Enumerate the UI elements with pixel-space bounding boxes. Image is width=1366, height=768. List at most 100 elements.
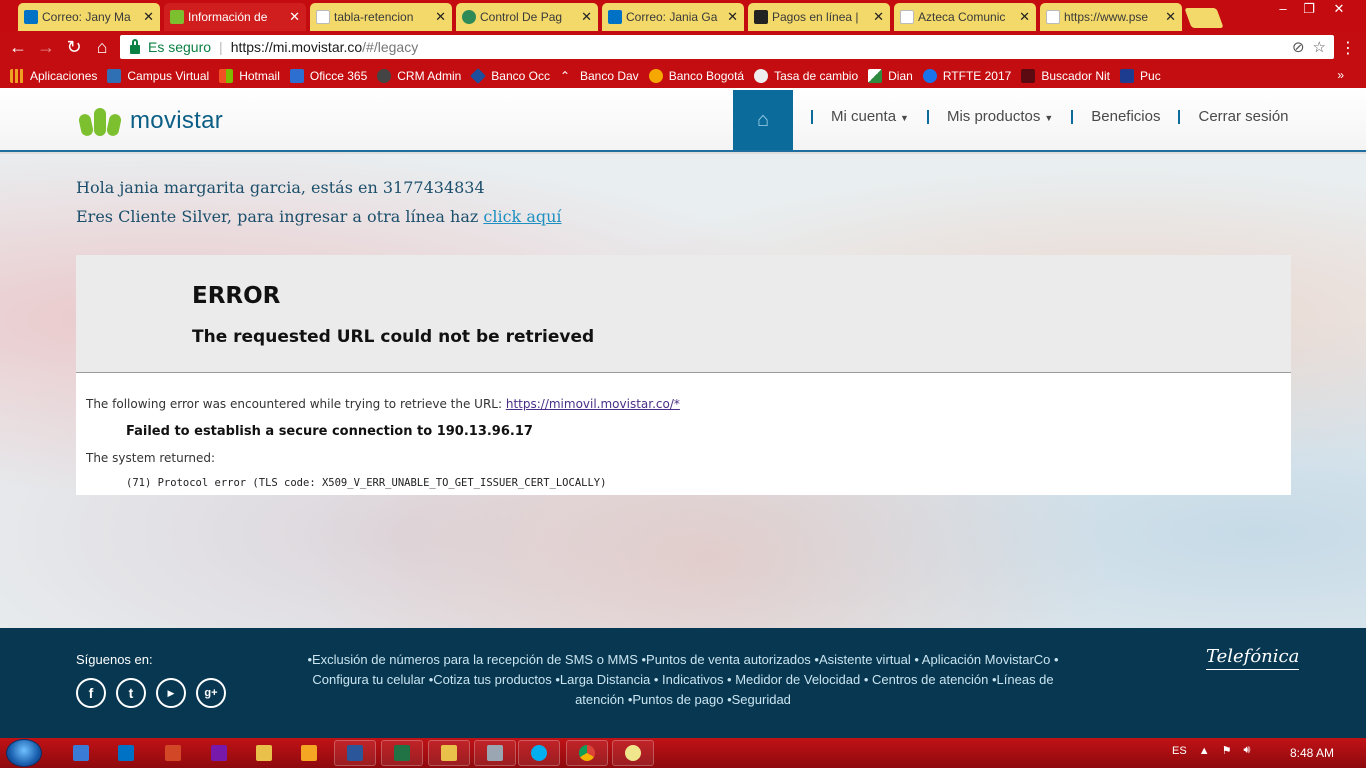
blocked-popup-icon[interactable]: ⊘: [1292, 38, 1305, 56]
movistar-icon: [170, 10, 184, 24]
taskbar-app-excel[interactable]: [381, 740, 423, 766]
footer-links[interactable]: •Exclusión de números para la recepción …: [300, 650, 1066, 710]
close-icon[interactable]: ✕: [581, 9, 592, 25]
folder-icon: [256, 745, 272, 761]
bookmark-hotmail[interactable]: Hotmail: [219, 68, 280, 83]
apps-grid-icon: [10, 68, 24, 83]
nav-cerrar-sesion[interactable]: Cerrar sesión: [1198, 108, 1288, 125]
more-bookmarks-icon[interactable]: »: [1337, 68, 1344, 82]
taskbar-app-onenote[interactable]: [198, 740, 240, 766]
tray-expand-icon[interactable]: ▲: [1199, 745, 1210, 757]
restore-icon[interactable]: ❐: [1296, 1, 1322, 17]
taskbar-app-powerpoint[interactable]: [152, 740, 194, 766]
back-arrow-icon[interactable]: ←: [6, 35, 30, 59]
close-icon[interactable]: ✕: [435, 9, 446, 25]
close-icon[interactable]: ✕: [289, 9, 300, 25]
taskbar-clock[interactable]: 8:48 AM: [1290, 746, 1334, 760]
tab-label: Correo: Jania Ga: [626, 10, 718, 24]
tab-azteca[interactable]: Azteca Comunic ✕: [894, 3, 1036, 31]
nav-mi-cuenta[interactable]: Mi cuenta ▼: [831, 108, 909, 125]
greeting-line: Hola jania margarita garcia, estás en 31…: [76, 178, 485, 197]
new-tab-button[interactable]: [1184, 8, 1224, 28]
bookmark-aplicaciones[interactable]: Aplicaciones: [10, 68, 98, 83]
youtube-icon[interactable]: ▶: [156, 678, 186, 708]
movistar-logo[interactable]: movistar: [77, 106, 223, 138]
nav-label: Mis productos: [946, 108, 1041, 125]
error-connection-message: Failed to establish a secure connection …: [126, 424, 533, 439]
taskbar-app-explorer[interactable]: [428, 740, 470, 766]
caret-down-icon: ▼: [900, 113, 909, 123]
close-icon[interactable]: ✕: [727, 9, 738, 25]
window-close-icon[interactable]: ✕: [1326, 1, 1352, 17]
facebook-icon[interactable]: f: [76, 678, 106, 708]
tab-pagos-linea[interactable]: Pagos en línea | ✕: [748, 3, 890, 31]
google-plus-icon[interactable]: g+: [196, 678, 226, 708]
bookmark-buscador-nit[interactable]: Buscador Nit: [1021, 68, 1110, 83]
bookmark-banco-bogota[interactable]: Banco Bogotá: [648, 68, 744, 83]
tab-correo-jany[interactable]: Correo: Jany Ma ✕: [18, 3, 160, 31]
taskbar-app-chrome[interactable]: [566, 740, 608, 766]
taskbar-app-calculator[interactable]: [474, 740, 516, 766]
scanner-icon: [73, 745, 89, 761]
error-panel: ERROR The requested URL could not be ret…: [76, 255, 1291, 495]
tab-pse[interactable]: https://www.pse ✕: [1040, 3, 1182, 31]
home-icon[interactable]: ⌂: [90, 35, 114, 59]
language-indicator[interactable]: ES: [1172, 745, 1187, 757]
close-icon[interactable]: ✕: [143, 9, 154, 25]
taskbar-app-paint[interactable]: [612, 740, 654, 766]
twitter-icon[interactable]: t: [116, 678, 146, 708]
bookmark-crm-admin[interactable]: CRM Admin: [377, 68, 461, 83]
shield-icon: [107, 68, 122, 83]
main-nav: Mi cuenta ▼ Mis productos ▼ Beneficios Cer…: [793, 108, 1289, 125]
error-url-link[interactable]: https://mimovil.movistar.co/*: [506, 397, 680, 411]
bookmark-banco-occ[interactable]: Banco Occ: [470, 67, 550, 84]
tab-control-pagos[interactable]: Control De Pag ✕: [456, 3, 598, 31]
site-footer: Síguenos en: f t ▶ g+ •Exclusión de núme…: [0, 628, 1366, 738]
minimize-icon[interactable]: ‒: [1270, 1, 1296, 17]
action-center-icon[interactable]: ⚑: [1222, 744, 1232, 757]
star-icon[interactable]: ☆: [1313, 38, 1326, 56]
url-text[interactable]: https://mi.movistar.co/#/legacy: [231, 39, 419, 55]
reload-icon[interactable]: ↻: [62, 35, 86, 59]
forward-arrow-icon[interactable]: →: [34, 35, 58, 59]
telefonica-logo[interactable]: Telefónica: [1206, 646, 1300, 670]
close-icon[interactable]: ✕: [1165, 9, 1176, 25]
nav-mis-productos[interactable]: Mis productos ▼: [947, 108, 1053, 125]
bookmark-banco-dav[interactable]: ⌃ Banco Dav: [560, 69, 639, 83]
bookmark-office365[interactable]: Oficce 365: [289, 68, 367, 83]
bookmark-label: Banco Dav: [579, 68, 639, 83]
house-icon: ⌂: [756, 108, 770, 131]
close-icon[interactable]: ✕: [1019, 9, 1030, 25]
taskbar-app-scan[interactable]: [60, 740, 102, 766]
bookmark-dian[interactable]: Dian: [868, 68, 913, 83]
volume-icon[interactable]: 🔊︎: [1243, 744, 1250, 757]
tab-informacion[interactable]: Información de ✕: [164, 3, 306, 31]
bookmark-label: Tasa de cambio: [774, 68, 859, 83]
at-sign-icon: [922, 68, 937, 83]
bookmark-rtfte-2017[interactable]: RTFTE 2017: [922, 68, 1011, 83]
change-line-link[interactable]: click aquí: [483, 207, 561, 226]
error-title: ERROR: [192, 283, 281, 309]
bookmark-campus-virtual[interactable]: Campus Virtual: [107, 68, 209, 83]
bookmark-puc[interactable]: Puc: [1120, 68, 1161, 83]
onenote-icon: [211, 745, 227, 761]
start-button-icon[interactable]: [6, 739, 42, 767]
taskbar-app-folders[interactable]: [243, 740, 285, 766]
bookmark-label: Aplicaciones: [30, 68, 98, 83]
social-links: f t ▶ g+: [76, 678, 226, 708]
address-bar[interactable]: Es seguro | https://mi.movistar.co/#/leg…: [120, 35, 1334, 59]
taskbar-app-word[interactable]: [334, 740, 376, 766]
secure-label: Es seguro: [148, 39, 212, 55]
taskbar-app-outlook[interactable]: [105, 740, 147, 766]
tab-tabla-retencion[interactable]: tabla-retencion ✕: [310, 3, 452, 31]
roof-icon: ⌃: [559, 68, 571, 83]
taskbar-app-skype[interactable]: [518, 740, 560, 766]
kebab-menu-icon[interactable]: ⋮: [1340, 38, 1356, 58]
taskbar-app-media[interactable]: [288, 740, 330, 766]
client-line: Eres Cliente Silver, para ingresar a otr…: [76, 207, 562, 226]
home-nav-button[interactable]: ⌂: [733, 90, 793, 150]
tab-correo-jania[interactable]: Correo: Jania Ga ✕: [602, 3, 744, 31]
nav-beneficios[interactable]: Beneficios: [1091, 108, 1160, 125]
bookmark-tasa-cambio[interactable]: Tasa de cambio: [754, 68, 859, 83]
close-icon[interactable]: ✕: [873, 9, 884, 25]
